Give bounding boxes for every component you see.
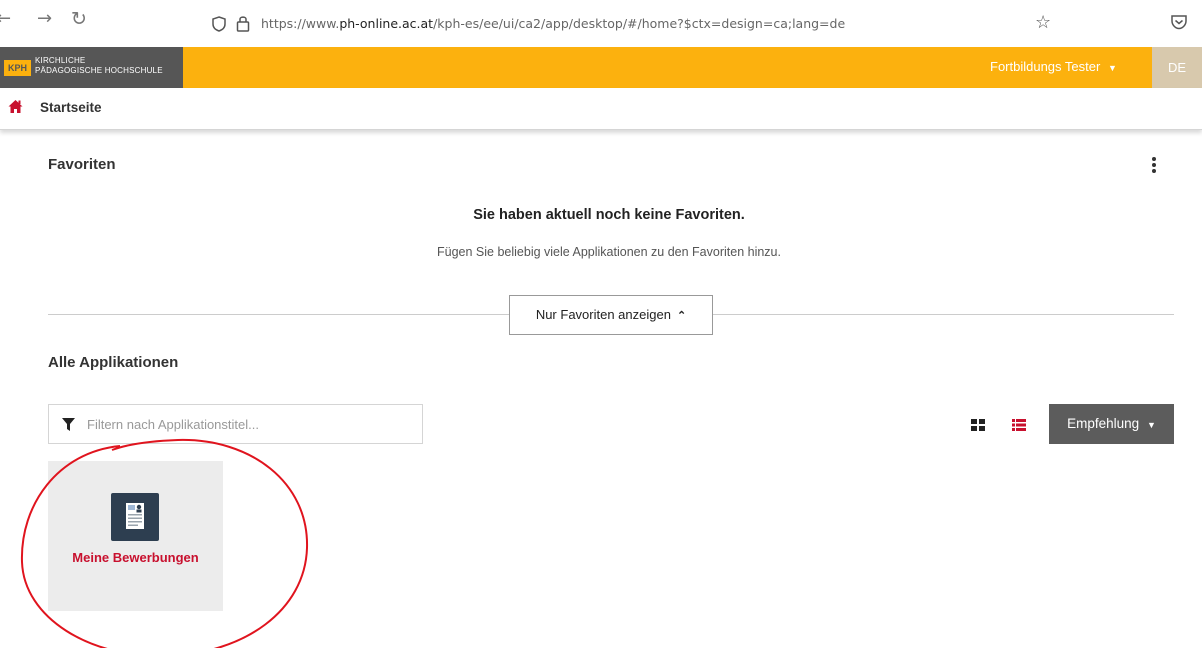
pocket-icon[interactable] (1170, 14, 1188, 30)
app-tile-label: Meine Bewerbungen (72, 550, 199, 565)
user-name: Fortbildungs Tester (990, 59, 1101, 74)
list-view-icon[interactable] (1012, 419, 1026, 431)
lock-icon[interactable] (236, 14, 250, 32)
back-arrow-icon[interactable]: ← (0, 10, 11, 28)
forward-arrow-icon[interactable]: → (37, 10, 52, 28)
favorites-empty-title: Sie haben aktuell noch keine Favoriten. (473, 207, 745, 223)
app-tile-meine-bewerbungen[interactable]: Meine Bewerbungen (48, 461, 223, 611)
sort-dropdown-button[interactable]: Empfehlung ▼ (1049, 404, 1174, 444)
breadcrumb-home[interactable]: Startseite (40, 100, 102, 115)
favorites-title: Favoriten (48, 156, 116, 173)
url-text[interactable]: https://www.ph-online.ac.at/kph-es/ee/ui… (261, 16, 845, 31)
logo-line-2: PÄDAGOGISCHE HOCHSCHULE (35, 66, 163, 75)
divider-left (48, 314, 509, 315)
app-header: KPH KIRCHLICHE PÄDAGOGISCHE HOCHSCHULE F… (0, 47, 1202, 88)
caret-down-icon: ▼ (1146, 420, 1156, 430)
user-menu-button[interactable]: Fortbildungs Tester ▼ (990, 59, 1117, 74)
language-switch[interactable]: DE (1152, 47, 1202, 88)
url-domain: ph-online.ac.at (339, 16, 434, 31)
filter-input[interactable] (87, 414, 407, 434)
caret-down-icon: ▼ (1107, 63, 1117, 73)
kph-logo[interactable]: KPH KIRCHLICHE PÄDAGOGISCHE HOCHSCHULE (0, 47, 183, 88)
divider-right (713, 314, 1174, 315)
logo-line-1: KIRCHLICHE (35, 56, 86, 65)
show-favorites-only-label: Nur Favoriten anzeigen (535, 307, 671, 322)
browser-toolbar: ← → ↻ https://www.ph-online.ac.at/kph-es… (0, 0, 1202, 47)
kebab-menu-icon[interactable] (1148, 157, 1160, 173)
filter-funnel-icon (62, 418, 75, 431)
filter-field[interactable] (48, 404, 423, 444)
home-icon[interactable] (8, 99, 23, 114)
bookmark-star-icon[interactable]: ☆ (1035, 12, 1051, 33)
sort-label: Empfehlung (1067, 416, 1140, 431)
favorites-empty-subtitle: Fügen Sie beliebig viele Applikationen z… (437, 245, 781, 259)
url-prefix: https://www. (261, 16, 340, 31)
chevron-up-icon: ⌃ (676, 310, 687, 322)
shield-icon[interactable] (212, 16, 226, 32)
breadcrumb: Startseite (0, 88, 1202, 130)
url-path: /kph-es/ee/ui/ca2/app/desktop/#/home?$ct… (433, 16, 846, 31)
application-document-icon (111, 493, 159, 541)
applications-title: Alle Applikationen (48, 354, 179, 371)
show-favorites-only-button[interactable]: Nur Favoriten anzeigen ⌃ (509, 295, 713, 335)
address-bar[interactable]: https://www.ph-online.ac.at/kph-es/ee/ui… (200, 6, 1088, 42)
grid-view-icon[interactable] (971, 419, 985, 431)
logo-badge: KPH (4, 60, 31, 76)
reload-icon[interactable]: ↻ (71, 10, 87, 29)
